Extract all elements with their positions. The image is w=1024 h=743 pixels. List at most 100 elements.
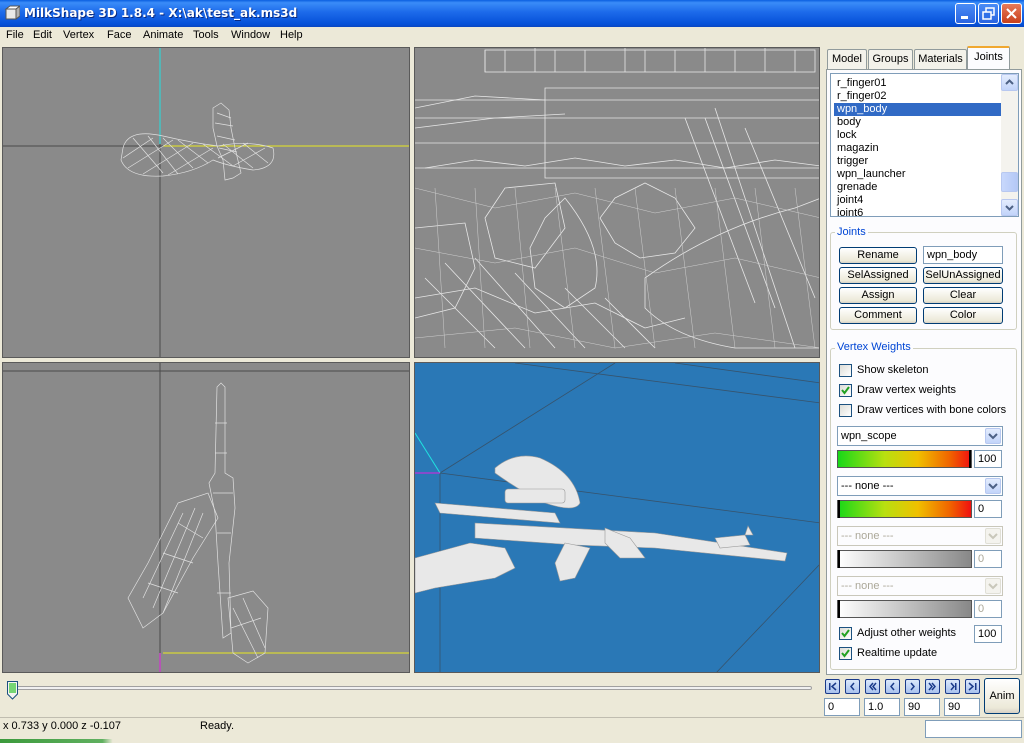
bone4-weight-marker <box>838 600 840 618</box>
joint-list-scrollbar[interactable] <box>1001 74 1018 216</box>
title-bar[interactable]: MilkShape 3D 1.8.4 - X:\ak\test_ak.ms3d <box>0 0 1024 27</box>
frame-slider-thumb[interactable] <box>7 681 18 700</box>
menu-tools[interactable]: Tools <box>193 29 219 41</box>
fast-forward-icon <box>928 682 936 691</box>
bone4-select: --- none --- <box>837 576 1003 596</box>
bone2-weight-field[interactable]: 0 <box>974 500 1002 518</box>
list-item[interactable]: grenade <box>834 181 1002 194</box>
assign-button[interactable]: Assign <box>839 287 917 304</box>
anim-button[interactable]: Anim <box>984 678 1020 714</box>
speed-field[interactable]: 1.0 <box>864 698 900 716</box>
list-item[interactable]: r_finger02 <box>834 90 1002 103</box>
taskbar-strip <box>0 739 1024 743</box>
menu-animate[interactable]: Animate <box>143 29 183 41</box>
frame-slider-track[interactable] <box>8 686 812 690</box>
show-skeleton-checkbox[interactable] <box>839 364 852 377</box>
list-item[interactable]: r_finger01 <box>834 77 1002 90</box>
menu-face[interactable]: Face <box>107 29 131 41</box>
skip-last-icon <box>968 682 977 691</box>
rename-button[interactable]: Rename <box>839 247 917 264</box>
bone1-select[interactable]: wpn_scope <box>837 426 1003 446</box>
next-key-button[interactable] <box>945 679 960 694</box>
first-frame-button[interactable] <box>825 679 840 694</box>
clear-button[interactable]: Clear <box>923 287 1003 304</box>
menu-file[interactable]: File <box>6 29 24 41</box>
prev-key-button[interactable] <box>845 679 860 694</box>
list-item[interactable]: body <box>834 116 1002 129</box>
bone4-weight-field: 0 <box>974 600 1002 618</box>
menu-help[interactable]: Help <box>280 29 303 41</box>
menu-edit[interactable]: Edit <box>33 29 52 41</box>
chevron-right-icon <box>910 682 915 691</box>
list-item[interactable]: magazin <box>834 142 1002 155</box>
chevron-down-icon[interactable] <box>985 478 1001 494</box>
list-item-selected[interactable]: wpn_body <box>834 103 1002 116</box>
joint-name-field[interactable]: wpn_body <box>923 246 1003 264</box>
rewind-button[interactable] <box>865 679 880 694</box>
step-back-icon <box>850 682 855 691</box>
window-title: MilkShape 3D 1.8.4 - X:\ak\test_ak.ms3d <box>24 6 298 20</box>
menu-window[interactable]: Window <box>231 29 270 41</box>
list-item[interactable]: lock <box>834 129 1002 142</box>
draw-bone-colors-checkbox[interactable] <box>839 404 852 417</box>
end-frame-field[interactable]: 90 <box>904 698 940 716</box>
bone1-weight-marker[interactable] <box>969 450 971 468</box>
comment-button[interactable]: Comment <box>839 307 917 324</box>
bone2-weight-slider[interactable] <box>837 500 972 518</box>
viewport-front[interactable] <box>2 47 410 358</box>
menu-vertex[interactable]: Vertex <box>63 29 94 41</box>
scroll-up-button[interactable] <box>1001 74 1018 91</box>
list-item[interactable]: joint6 <box>834 207 1002 216</box>
rewind-icon <box>869 682 877 691</box>
joint-list[interactable]: r_finger01 r_finger02 wpn_body body lock… <box>830 73 1019 217</box>
close-icon <box>1006 8 1017 19</box>
bone2-value: --- none --- <box>841 480 894 492</box>
right-panel: Model Groups Materials Joints r_finger01… <box>824 45 1024 675</box>
last-frame-button[interactable] <box>965 679 980 694</box>
bone2-weight-marker[interactable] <box>838 500 840 518</box>
tab-joints[interactable]: Joints <box>967 46 1010 70</box>
bone3-value: --- none --- <box>841 530 894 542</box>
chevron-down-icon[interactable] <box>985 428 1001 444</box>
menu-bar: File Edit Vertex Face Animate Tools Wind… <box>0 27 1024 45</box>
minimize-button[interactable] <box>955 3 976 24</box>
sel-assigned-button[interactable]: SelAssigned <box>839 267 917 284</box>
tab-model[interactable]: Model <box>827 49 867 69</box>
status-message: Ready. <box>200 720 235 732</box>
bone4-value: --- none --- <box>841 580 894 592</box>
current-frame-field[interactable]: 0 <box>824 698 860 716</box>
realtime-update-checkbox[interactable] <box>839 647 852 660</box>
tab-materials[interactable]: Materials <box>914 49 967 69</box>
bone1-weight-field[interactable]: 100 <box>974 450 1002 468</box>
adjust-other-weights-checkbox[interactable] <box>839 627 852 640</box>
viewport-side[interactable] <box>414 47 820 358</box>
tab-groups[interactable]: Groups <box>868 49 913 69</box>
close-button[interactable] <box>1001 3 1022 24</box>
scroll-down-button[interactable] <box>1001 199 1018 216</box>
vertex-weights-label: Vertex Weights <box>835 341 913 353</box>
total-frames-field[interactable]: 90 <box>944 698 980 716</box>
next-frame-button[interactable] <box>905 679 920 694</box>
scroll-thumb[interactable] <box>1001 172 1018 192</box>
step-forward-icon <box>950 682 957 691</box>
adjust-other-weights-field[interactable]: 100 <box>974 625 1002 643</box>
chevron-down-icon <box>985 578 1001 594</box>
bone1-weight-slider[interactable] <box>837 450 972 468</box>
list-item[interactable]: trigger <box>834 155 1002 168</box>
show-skeleton-label: Show skeleton <box>857 364 929 376</box>
sel-unassigned-button[interactable]: SelUnAssigned <box>923 267 1003 284</box>
draw-vertex-weights-checkbox[interactable] <box>839 384 852 397</box>
fast-forward-button[interactable] <box>925 679 940 694</box>
color-button[interactable]: Color <box>923 307 1003 324</box>
viewport-top[interactable] <box>2 362 410 673</box>
bone2-select[interactable]: --- none --- <box>837 476 1003 496</box>
list-item[interactable]: wpn_launcher <box>834 168 1002 181</box>
restore-button[interactable] <box>978 3 999 24</box>
bone4-weight-slider <box>837 600 972 618</box>
list-item[interactable]: joint4 <box>834 194 1002 207</box>
prev-frame-button[interactable] <box>885 679 900 694</box>
status-coordinates: x 0.733 y 0.000 z -0.107 <box>3 720 122 732</box>
skip-first-icon <box>829 682 837 691</box>
viewport-3d[interactable] <box>414 362 820 673</box>
checkmark-icon <box>841 649 850 658</box>
